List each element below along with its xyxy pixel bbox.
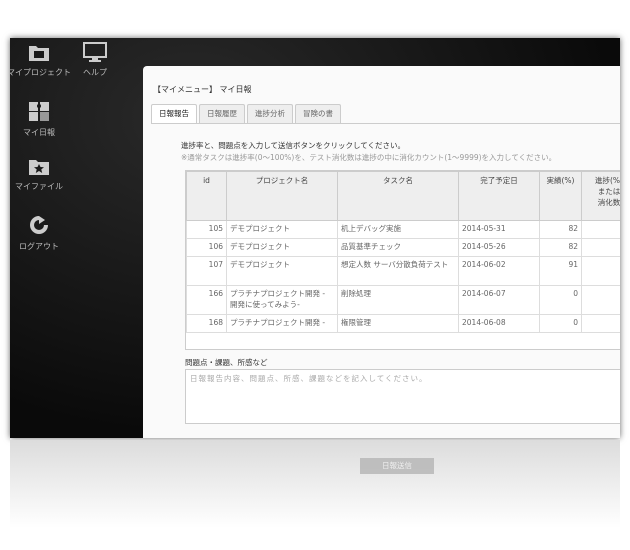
- col-header-project: プロジェクト名: [226, 171, 338, 221]
- table-row: 168 プラチナプロジェクト開発 - 権限管理 2014-06-08 0: [186, 314, 620, 333]
- col-header-actual: 実績(%): [539, 171, 582, 221]
- cell-task: 権限管理: [337, 314, 459, 333]
- sidebar-item-help[interactable]: ヘルプ: [60, 42, 130, 78]
- monitor-icon: [83, 42, 107, 62]
- sidebar-item-my-report[interactable]: マイ日報: [10, 100, 74, 138]
- page-title: 【マイメニュー】 マイ日報: [153, 85, 252, 94]
- task-table: id プロジェクト名 タスク名 完了予定日 実績(%) 進捗(%) または 消化…: [186, 171, 620, 333]
- cell-project: プラチナプロジェクト開発 - 開発に使ってみよう-: [226, 285, 338, 315]
- cell-task: 削除処理: [337, 285, 459, 315]
- cell-due-date: 2014-06-07: [458, 285, 540, 315]
- issues-label: 問題点・課題、所感など: [185, 358, 268, 367]
- cell-id: 105: [186, 220, 227, 239]
- logout-icon: [30, 216, 48, 234]
- cell-project: デモプロジェクト: [226, 256, 338, 286]
- reflection-label: 日報送信: [382, 461, 412, 470]
- sidebar-item-label: ログアウト: [19, 242, 59, 251]
- sidebar-item-label: ヘルプ: [83, 68, 107, 77]
- star-folder-icon: [29, 160, 49, 175]
- cell-actual: 82: [539, 238, 582, 257]
- tab-daily-report[interactable]: 日報報告: [151, 104, 197, 124]
- sidebar-item-my-files[interactable]: マイファイル: [10, 156, 74, 192]
- my-report-panel: 【マイメニュー】 マイ日報 日報報告 日報履歴 進捗分析 冒険の書 進捗率と、問…: [143, 66, 620, 438]
- tab-progress-analysis[interactable]: 進捗分析: [247, 104, 293, 123]
- instruction-text: 進捗率と、問題点を入力して送信ボタンをクリックしてください。: [181, 141, 406, 150]
- table-row: 105 デモプロジェクト 机上デバッグ実施 2014-05-31 82: [186, 220, 620, 239]
- table-row: 106 デモプロジェクト 品質基準チェック 2014-05-26 82: [186, 238, 620, 257]
- sidebar-item-logout[interactable]: ログアウト: [10, 214, 74, 252]
- cell-project: デモプロジェクト: [226, 220, 338, 239]
- cell-progress-input[interactable]: [581, 285, 620, 315]
- cell-due-date: 2014-06-02: [458, 256, 540, 286]
- cell-id: 106: [186, 238, 227, 257]
- col-header-id: id: [186, 171, 227, 221]
- app-window: マイプロジェクト ヘルプ マイ日報 マイファイル ログアウト 【マイメニュー】 …: [10, 38, 620, 438]
- cell-id: 107: [186, 256, 227, 286]
- sidebar-item-label: マイファイル: [15, 182, 63, 191]
- col-header-task: タスク名: [337, 171, 459, 221]
- cell-actual: 82: [539, 220, 582, 239]
- cell-due-date: 2014-06-08: [458, 314, 540, 333]
- tab-report-history[interactable]: 日報履歴: [199, 104, 245, 123]
- cell-actual: 91: [539, 256, 582, 286]
- issues-textarea[interactable]: 日報報告内容、問題点、所感、課題などを記入してください。: [185, 369, 620, 424]
- cell-progress-input[interactable]: [581, 220, 620, 239]
- cell-due-date: 2014-05-31: [458, 220, 540, 239]
- folder-icon: [29, 46, 49, 61]
- col-header-due-date: 完了予定日: [458, 171, 540, 221]
- cell-due-date: 2014-05-26: [458, 238, 540, 257]
- instruction-note: ※通常タスクは進捗率(0〜100%)を、テスト消化数は進捗の中に消化カウント(1…: [181, 153, 557, 162]
- reflection: 日報送信: [10, 440, 620, 550]
- cell-id: 166: [186, 285, 227, 315]
- cell-task: 机上デバッグ実施: [337, 220, 459, 239]
- reflection-button: 日報送信: [360, 458, 434, 474]
- cell-task: 品質基準チェック: [337, 238, 459, 257]
- sidebar-item-label: マイ日報: [23, 128, 55, 137]
- table-header-row: id プロジェクト名 タスク名 完了予定日 実績(%) 進捗(%) または 消化…: [186, 171, 620, 221]
- tab-adventure-book[interactable]: 冒険の書: [295, 104, 341, 123]
- task-table-container[interactable]: id プロジェクト名 タスク名 完了予定日 実績(%) 進捗(%) または 消化…: [185, 170, 620, 350]
- cell-actual: 0: [539, 285, 582, 315]
- cell-progress-input[interactable]: [581, 314, 620, 333]
- cell-actual: 0: [539, 314, 582, 333]
- cell-progress-input[interactable]: [581, 238, 620, 257]
- cell-id: 168: [186, 314, 227, 333]
- cell-project: デモプロジェクト: [226, 238, 338, 257]
- puzzle-icon: [29, 102, 49, 121]
- tab-divider: [151, 123, 620, 124]
- tab-bar: 日報報告 日報履歴 進捗分析 冒険の書: [151, 104, 343, 124]
- cell-project: プラチナプロジェクト開発 -: [226, 314, 338, 333]
- table-row: 107 デモプロジェクト 想定人数 サーバ分散負荷テスト 2014-06-02 …: [186, 256, 620, 286]
- col-header-progress: 進捗(%) または 消化数: [581, 171, 620, 221]
- cell-progress-input[interactable]: [581, 256, 620, 286]
- table-row: 166 プラチナプロジェクト開発 - 開発に使ってみよう- 削除処理 2014-…: [186, 285, 620, 315]
- cell-task: 想定人数 サーバ分散負荷テスト: [337, 256, 459, 286]
